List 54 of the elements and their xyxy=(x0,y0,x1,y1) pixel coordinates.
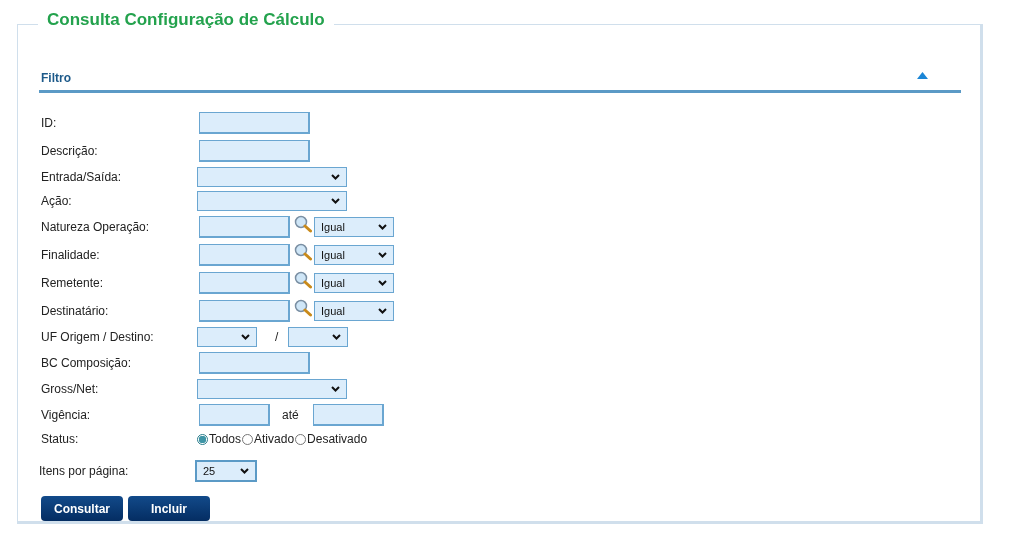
radio-option[interactable]: Todos xyxy=(197,432,242,446)
search-icon[interactable] xyxy=(294,271,312,289)
field-label: ID: xyxy=(41,116,58,130)
search-icon[interactable] xyxy=(294,243,312,261)
separator-text: / xyxy=(275,330,279,344)
input-field[interactable] xyxy=(199,300,290,322)
radio-icon[interactable] xyxy=(242,433,254,445)
field-label: BC Composição: xyxy=(41,356,133,370)
dropdown[interactable]: Igual xyxy=(314,217,394,237)
input-field[interactable] xyxy=(199,216,290,238)
field-label: Vigência: xyxy=(41,407,92,422)
chevron-icon[interactable] xyxy=(331,198,340,204)
separator-text: até xyxy=(282,407,299,422)
radio-icon[interactable] xyxy=(197,433,208,445)
input-field[interactable] xyxy=(199,244,290,266)
chevron-icon[interactable] xyxy=(240,468,249,474)
field-label: Natureza Operação: xyxy=(41,220,151,234)
field-label: Entrada/Saída: xyxy=(41,170,123,184)
input-field[interactable] xyxy=(199,140,310,162)
radio-option[interactable]: Ativado xyxy=(242,432,295,446)
chevron-icon[interactable] xyxy=(378,252,387,258)
input-field[interactable] xyxy=(199,112,310,134)
field-label: Finalidade: xyxy=(41,248,101,262)
collapse-icon[interactable] xyxy=(917,71,928,79)
field-label: Remetente: xyxy=(41,276,105,290)
field-label: Destinatário: xyxy=(41,304,110,318)
dropdown[interactable]: Igual xyxy=(314,301,394,321)
input-field[interactable] xyxy=(199,272,290,294)
dropdown[interactable]: Igual xyxy=(314,245,394,265)
input-field[interactable] xyxy=(199,352,310,374)
chevron-icon[interactable] xyxy=(331,174,340,180)
field-label: Status: xyxy=(41,432,80,446)
field-label: Descrição: xyxy=(41,144,99,158)
action-button[interactable]: Incluir xyxy=(128,496,210,521)
chevron-icon[interactable] xyxy=(378,280,387,286)
chevron-icon[interactable] xyxy=(378,224,387,230)
radio-icon[interactable] xyxy=(295,433,307,445)
action-button[interactable]: Consultar xyxy=(41,496,123,521)
dropdown[interactable]: 25 xyxy=(195,460,257,482)
chevron-icon[interactable] xyxy=(378,308,387,314)
chevron-icon[interactable] xyxy=(241,334,250,340)
chevron-icon[interactable] xyxy=(331,386,340,392)
field-label: Gross/Net: xyxy=(41,382,100,396)
search-icon[interactable] xyxy=(294,299,312,317)
radio-option[interactable]: Desativado xyxy=(295,432,368,446)
chevron-icon[interactable] xyxy=(332,334,342,340)
field-label: Ação: xyxy=(41,194,73,208)
input-field[interactable] xyxy=(312,403,384,426)
field-label: Itens por página: xyxy=(39,464,130,478)
search-icon[interactable] xyxy=(294,215,312,233)
field-label: UF Origem / Destino: xyxy=(41,330,155,344)
dropdown[interactable]: Igual xyxy=(314,273,394,293)
filter-title: Filtro xyxy=(41,71,71,85)
input-field[interactable] xyxy=(199,403,270,426)
